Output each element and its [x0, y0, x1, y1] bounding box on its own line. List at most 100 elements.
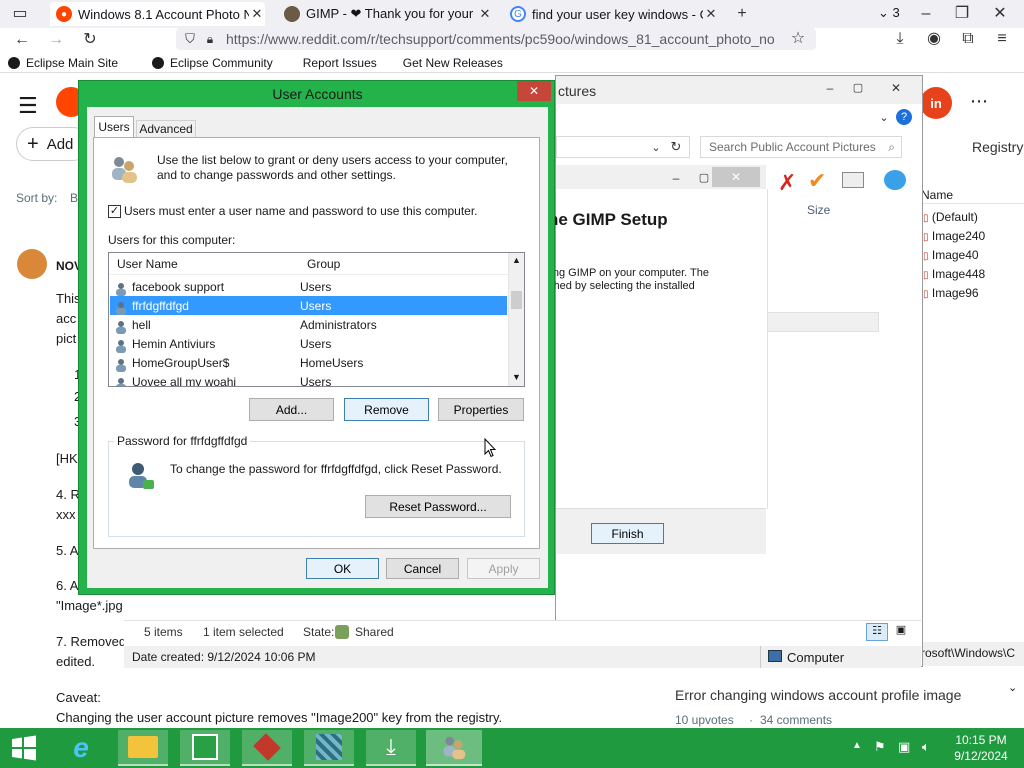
help-icon[interactable]: ?: [896, 109, 912, 125]
gimp-maximize-icon[interactable]: ▢: [694, 168, 714, 188]
tab-reddit[interactable]: ● Windows 8.1 Account Photo Nc ✕: [50, 2, 265, 26]
bookmark-eclipse-main[interactable]: Eclipse Main Site: [0, 56, 118, 70]
eclipse-icon: [152, 56, 165, 69]
new-tab-icon[interactable]: +: [732, 4, 752, 24]
bookmark-star-icon[interactable]: ☆: [788, 29, 808, 49]
post-text: 4. R: [56, 487, 80, 502]
setup-taskbar-item[interactable]: [304, 730, 354, 766]
url-bar[interactable]: ⛉ 🔒︎ https://www.reddit.com/r/techsuppor…: [176, 28, 816, 50]
restore-window-icon[interactable]: ❐: [952, 4, 972, 24]
scroll-down-icon[interactable]: ▼: [512, 372, 521, 382]
user-row[interactable]: hell Administrators: [110, 315, 507, 334]
registry-value[interactable]: ▯ Image96: [923, 286, 979, 300]
user-row[interactable]: Uovee all my woahi Users: [110, 372, 507, 386]
file-explorer-taskbar-item[interactable]: [118, 730, 168, 766]
more-options-icon[interactable]: ⋯: [970, 91, 988, 112]
shared-users-icon: [335, 625, 349, 639]
apply-button[interactable]: Apply: [467, 558, 540, 579]
scroll-up-icon[interactable]: ▲: [512, 255, 521, 265]
winrar-taskbar-item[interactable]: [242, 730, 292, 766]
users-list[interactable]: User Name Group facebook support Users ff…: [108, 252, 525, 387]
tab-gimp[interactable]: GIMP - ❤ Thank you for your su ✕: [278, 2, 493, 26]
internet-explorer-taskbar-item[interactable]: e: [56, 730, 106, 766]
user-row[interactable]: HomeGroupUser$ HomeUsers: [110, 353, 507, 372]
user-icon: [114, 301, 128, 315]
flag-icon[interactable]: ⚑: [874, 739, 886, 755]
remove-user-button[interactable]: Remove: [344, 398, 429, 421]
downloads-icon[interactable]: ⤓: [890, 29, 910, 49]
address-dropdown-icon[interactable]: ⌄: [646, 138, 666, 158]
hamburger-menu-icon[interactable]: ☰: [18, 93, 38, 119]
search-input[interactable]: Search Public Account Pictures ⌕: [700, 136, 902, 158]
tab-users[interactable]: Users: [94, 116, 134, 138]
gimp-close-button[interactable]: ✕: [712, 167, 760, 187]
forward-icon[interactable]: →: [46, 30, 66, 50]
menu-icon[interactable]: ≡: [992, 29, 1012, 49]
delete-x-icon[interactable]: ✗: [778, 170, 796, 196]
tab-google[interactable]: G find your user key windows - Gc ✕: [504, 2, 719, 26]
bookmark-report-issues[interactable]: Report Issues: [303, 56, 377, 70]
scroll-thumb[interactable]: [511, 291, 522, 309]
user-accounts-taskbar-item[interactable]: [426, 730, 482, 766]
bookmark-eclipse-community[interactable]: Eclipse Community: [144, 56, 273, 70]
account-icon[interactable]: ◉: [924, 29, 944, 49]
minimize-icon[interactable]: –: [820, 78, 840, 98]
close-tab-icon[interactable]: ✕: [249, 6, 265, 22]
minimize-window-icon[interactable]: –: [916, 4, 936, 24]
store-taskbar-item[interactable]: [180, 730, 230, 766]
user-avatar[interactable]: in: [920, 87, 952, 119]
bookmark-get-new-releases[interactable]: Get New Releases: [403, 56, 503, 70]
close-window-icon[interactable]: ✕: [990, 4, 1010, 24]
post-text: edited.: [56, 654, 96, 669]
properties-button[interactable]: Properties: [438, 398, 524, 421]
checkmark-icon[interactable]: ✔: [808, 168, 826, 194]
gimp-minimize-icon[interactable]: –: [666, 168, 686, 188]
close-icon[interactable]: ✕: [886, 78, 906, 98]
column-group[interactable]: Group: [307, 257, 340, 271]
refresh-icon[interactable]: ↻: [666, 137, 686, 157]
ok-button[interactable]: OK: [306, 558, 379, 579]
add-user-button[interactable]: Add...: [249, 398, 334, 421]
show-hidden-icons[interactable]: ▲: [852, 740, 862, 751]
user-row[interactable]: Hemin Antiviurs Users: [110, 334, 507, 353]
registry-value[interactable]: ▯ Image40: [923, 248, 979, 262]
volume-muted-icon[interactable]: 🔈︎: [922, 739, 930, 755]
tab-advanced[interactable]: Advanced: [136, 120, 196, 138]
registry-value[interactable]: ▯ Image448: [923, 267, 985, 281]
download-taskbar-item[interactable]: ⤓: [366, 730, 416, 766]
list-scrollbar[interactable]: ▲ ▼: [508, 253, 524, 386]
scroll-down-icon[interactable]: ⌄: [1008, 681, 1017, 694]
large-icons-view-icon[interactable]: ▣: [892, 623, 910, 641]
window-icon[interactable]: [842, 172, 864, 188]
column-user-name[interactable]: User Name: [109, 257, 307, 271]
dialog-close-button[interactable]: ✕: [517, 81, 551, 101]
cancel-button[interactable]: Cancel: [386, 558, 459, 579]
tab-list-icon[interactable]: ▭: [10, 4, 30, 24]
chevron-down-icon[interactable]: ⌄: [874, 108, 894, 128]
extensions-icon[interactable]: ⧉: [958, 29, 978, 49]
registry-value[interactable]: ▯ Image240: [923, 229, 985, 243]
sort-value[interactable]: B: [70, 191, 78, 205]
close-tab-icon[interactable]: ✕: [703, 6, 719, 22]
maximize-icon[interactable]: ▢: [848, 78, 868, 98]
related-post-title[interactable]: Error changing windows account profile i…: [675, 687, 961, 703]
registry-value[interactable]: ▯ (Default): [923, 210, 978, 224]
back-icon[interactable]: ←: [12, 30, 32, 50]
user-row-selected[interactable]: ffrfdgffdfgd Users: [110, 296, 507, 315]
user-row[interactable]: facebook support Users: [110, 277, 507, 296]
close-tab-icon[interactable]: ✕: [477, 6, 493, 22]
dialog-intro-text: Use the list below to grant or deny user…: [157, 153, 508, 182]
reload-icon[interactable]: ↻: [80, 30, 100, 50]
start-button[interactable]: [0, 730, 48, 766]
network-icon[interactable]: ▣: [898, 739, 910, 755]
clock[interactable]: 10:15 PM 9/12/2024: [950, 732, 1012, 764]
require-password-checkbox[interactable]: ✓: [108, 205, 121, 218]
details-view-icon[interactable]: ☷: [866, 623, 888, 641]
globe-icon[interactable]: [884, 170, 906, 190]
plus-icon: +: [27, 132, 39, 155]
finish-button[interactable]: Finish: [591, 523, 664, 544]
tab-overflow[interactable]: ⌄ 3: [878, 5, 900, 21]
avatar[interactable]: [17, 249, 47, 279]
reset-password-button[interactable]: Reset Password...: [365, 495, 511, 518]
size-column-header[interactable]: Size: [807, 203, 830, 217]
